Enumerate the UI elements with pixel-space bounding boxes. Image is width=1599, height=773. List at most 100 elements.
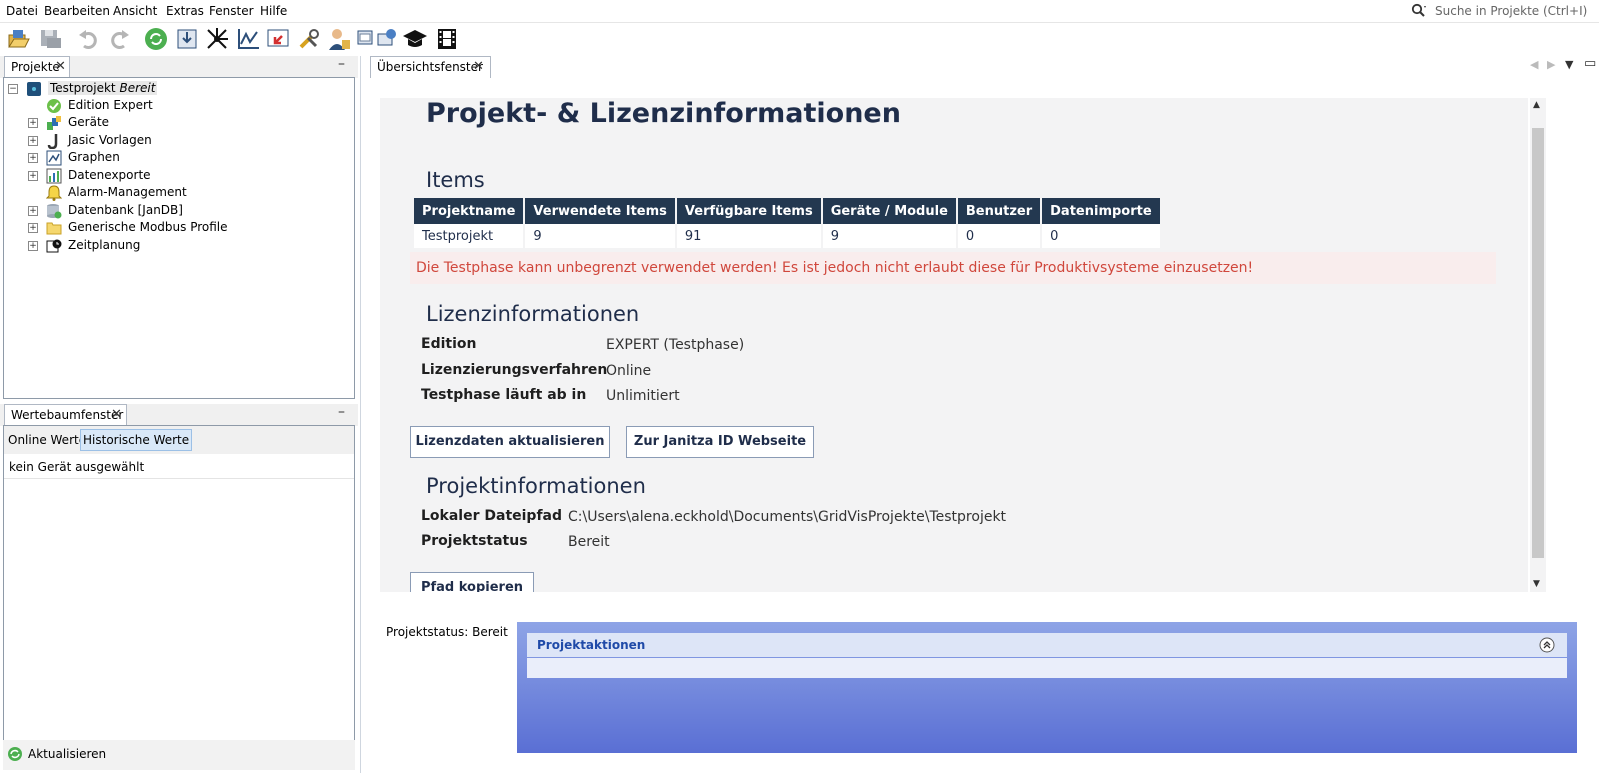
menu-bar: Datei Bearbeiten Ansicht Extras Fenster … — [0, 0, 1599, 23]
expand-icon[interactable]: + — [28, 241, 38, 251]
import-icon[interactable] — [174, 26, 200, 52]
tree-item-datenbank[interactable]: + Datenbank [JanDB] — [8, 202, 348, 220]
check-circle-icon — [47, 99, 61, 113]
project-icon — [27, 82, 41, 96]
tools-icon[interactable] — [296, 26, 322, 52]
topology-icon[interactable] — [204, 26, 230, 52]
tab-wertebaumfenster[interactable]: Wertebaumfenster ✕ — [4, 404, 127, 426]
tree-item-label: Alarm-Management — [68, 185, 187, 199]
tree-item-label: Testprojekt — [50, 81, 116, 95]
table-cell: 0 — [1042, 224, 1160, 248]
status-text: Projektstatus: Bereit — [386, 625, 508, 639]
projects-tree: − Testprojekt Bereit Edition Expert + Ge… — [3, 77, 355, 399]
collapse-icon[interactable]: − — [8, 84, 18, 94]
maximize-icon[interactable]: ▭ — [1584, 56, 1596, 71]
minimize-icon[interactable]: – — [338, 56, 345, 72]
tab-online-werte[interactable]: Online Werte — [8, 433, 86, 447]
expand-icon[interactable]: + — [28, 206, 38, 216]
bell-icon — [46, 185, 62, 201]
tree-item-zeitplanung[interactable]: + Zeitplanung — [8, 237, 348, 255]
column-header: Datenimporte — [1042, 198, 1160, 224]
tree-item-edition[interactable]: Edition Expert — [8, 97, 348, 115]
search-input[interactable]: Suche in Projekte (Ctrl+I) — [1435, 4, 1587, 18]
tab-projekte-label: Projekte — [11, 60, 60, 74]
tree-item-geraete[interactable]: + Geräte — [8, 114, 348, 132]
expand-icon[interactable]: + — [28, 153, 38, 163]
expand-icon[interactable]: + — [28, 171, 38, 181]
search-icon[interactable] — [1411, 3, 1427, 19]
menu-datei[interactable]: Datei — [6, 4, 38, 18]
project-path-value: C:\Users\alena.eckhold\Documents\GridVis… — [568, 509, 1007, 525]
table-cell: 0 — [957, 224, 1041, 248]
menu-hilfe[interactable]: Hilfe — [260, 4, 287, 18]
menu-ansicht[interactable]: Ansicht — [113, 4, 157, 18]
scroll-down-icon[interactable]: ▼ — [1533, 579, 1540, 589]
collapse-up-icon[interactable] — [1539, 637, 1555, 653]
expand-icon[interactable]: + — [28, 136, 38, 146]
valuetree-body: Online Werte Historische Werte kein Gerä… — [3, 425, 355, 747]
minimize-icon[interactable]: – — [338, 404, 345, 420]
toolbar — [0, 23, 1599, 55]
database-icon — [47, 204, 62, 219]
project-actions-header[interactable]: Projektaktionen — [527, 633, 1567, 657]
menu-bearbeiten[interactable]: Bearbeiten — [44, 4, 110, 18]
tab-uebersichtsfenster[interactable]: Übersichtsfenster ✕ — [370, 56, 491, 78]
tree-item-alarm[interactable]: Alarm-Management — [8, 184, 348, 202]
project-actions-body — [527, 658, 1567, 678]
tree-item-testprojekt[interactable]: − Testprojekt Bereit — [8, 80, 348, 98]
trial-warning-text: Die Testphase kann unbegrenzt verwendet … — [416, 260, 1254, 276]
license-heading: Lizenzinformationen — [426, 302, 640, 326]
tree-item-label: Datenbank [JanDB] — [68, 203, 183, 217]
table-cell: 9 — [525, 224, 675, 248]
close-icon[interactable]: ✕ — [55, 59, 66, 74]
open-project-icon[interactable] — [6, 26, 32, 52]
redo-icon[interactable] — [106, 26, 132, 52]
tree-item-datenexporte[interactable]: + Datenexporte — [8, 167, 348, 185]
graph-icon[interactable] — [235, 26, 261, 52]
user-icon[interactable] — [326, 26, 352, 52]
table-cell: 9 — [822, 224, 956, 248]
scrollbar-thumb[interactable] — [1532, 128, 1544, 558]
search-box[interactable]: Suche in Projekte (Ctrl+I) — [1409, 0, 1599, 22]
project-label: Lokaler Dateipfad — [421, 508, 563, 524]
film-icon[interactable] — [434, 26, 460, 52]
vertical-scrollbar[interactable]: ▲ ▼ — [1530, 98, 1546, 592]
copy-path-button[interactable]: Pfad kopieren — [410, 572, 534, 592]
tree-item-modbus[interactable]: + Generische Modbus Profile — [8, 219, 348, 237]
close-icon[interactable]: ✕ — [111, 407, 122, 422]
license-label: Testphase läuft ab in — [421, 387, 587, 403]
tree-item-label: Geräte — [68, 115, 110, 129]
menu-fenster[interactable]: Fenster — [209, 4, 254, 18]
scroll-right-icon[interactable]: ▶ — [1547, 58, 1555, 71]
tab-historische-werte[interactable]: Historische Werte — [80, 429, 193, 451]
license-value: Unlimitiert — [606, 388, 680, 404]
update-license-button[interactable]: Lizenzdaten aktualisieren — [410, 426, 610, 458]
refresh-icon[interactable] — [143, 26, 169, 52]
license-label: Edition — [421, 336, 477, 352]
scroll-up-icon[interactable]: ▲ — [1533, 100, 1540, 110]
projects-tabstrip: Projekte ✕ – — [0, 56, 358, 78]
tree-item-jasic[interactable]: + Jasic Vorlagen — [8, 132, 348, 150]
menu-extras[interactable]: Extras — [166, 4, 204, 18]
tree-item-label: Datenexporte — [68, 168, 151, 182]
expand-icon[interactable]: + — [28, 118, 38, 128]
column-header: Verfügbare Items — [676, 198, 821, 224]
undo-icon[interactable] — [76, 26, 102, 52]
tree-item-graphen[interactable]: + Graphen — [8, 149, 348, 167]
tab-list-icon[interactable]: ▼ — [1565, 58, 1573, 71]
device-list-icon[interactable] — [375, 26, 401, 52]
janitza-id-button[interactable]: Zur Janitza ID Webseite — [626, 426, 814, 458]
column-header: Benutzer — [957, 198, 1041, 224]
close-icon[interactable]: ✕ — [473, 59, 484, 74]
save-icon[interactable] — [37, 26, 63, 52]
scroll-left-icon[interactable]: ◀ — [1530, 58, 1538, 71]
license-label: Lizenzierungsverfahren — [421, 362, 608, 378]
expand-icon[interactable]: + — [28, 223, 38, 233]
tab-projekte[interactable]: Projekte ✕ — [4, 56, 70, 78]
license-value: EXPERT (Testphase) — [606, 337, 745, 353]
academy-icon[interactable] — [402, 26, 428, 52]
no-device-row: kein Gerät ausgewählt — [4, 454, 354, 479]
project-status-value: Bereit — [568, 534, 610, 550]
column-header: Projektname — [414, 198, 524, 224]
export-icon[interactable] — [265, 26, 291, 52]
